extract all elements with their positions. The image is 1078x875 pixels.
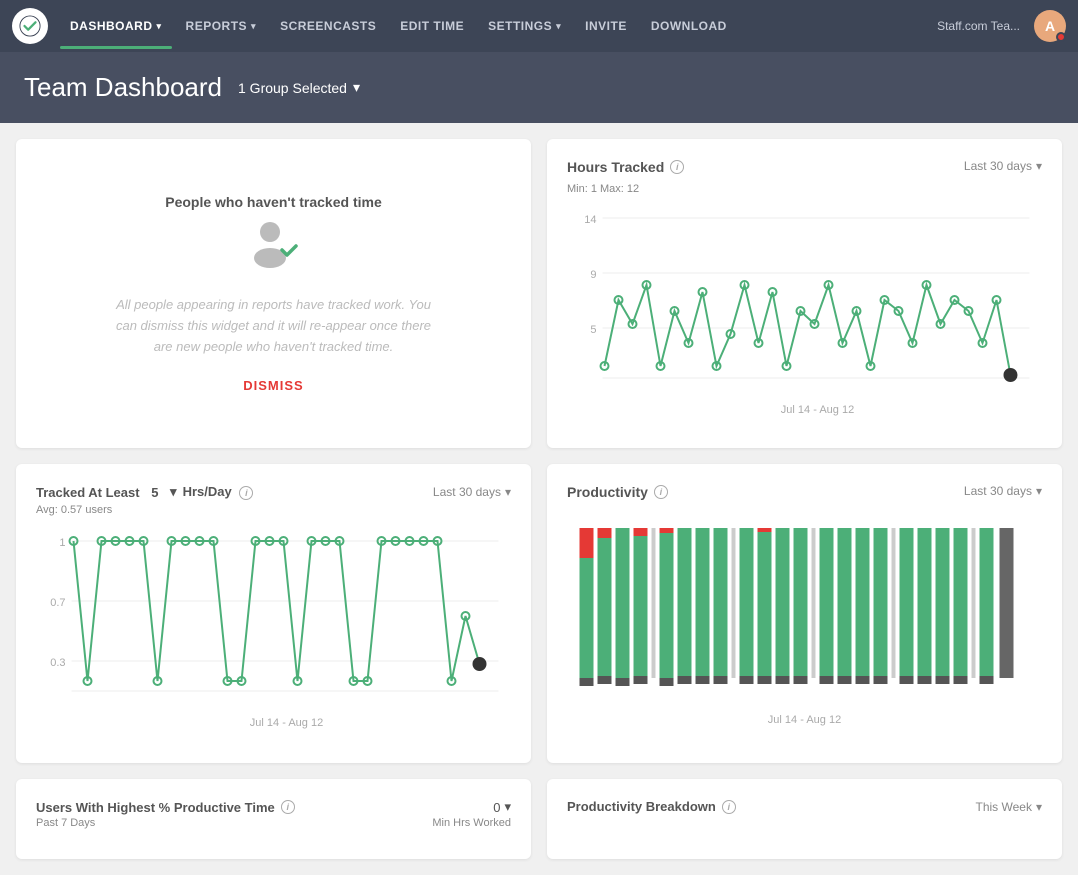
notification-dot [1056,32,1066,42]
nav-dashboard[interactable]: DASHBOARD ▾ [60,13,172,39]
productivity-period-selector[interactable]: Last 30 days ▾ [964,484,1042,498]
users-card-title: Users With Highest % Productive Time i [36,800,295,815]
hours-subtitle: Min: 1 Max: 12 [567,183,1042,195]
productivity-card: Productivity i Last 30 days ▾ [547,464,1062,763]
productivity-title: Productivity i [567,484,668,500]
svg-text:0.3: 0.3 [50,657,65,669]
svg-text:9: 9 [590,269,596,281]
dismiss-button[interactable]: DISMISS [243,378,303,393]
tracked-avg: Avg: 0.57 users [36,504,511,516]
main-nav: DASHBOARD ▾ REPORTS ▾ SCREENCASTS EDIT T… [0,0,1078,52]
productivity-card-header: Productivity i Last 30 days ▾ [567,484,1042,504]
team-name: Staff.com Tea... [937,19,1020,33]
users-card-meta: Past 7 Days Min Hrs Worked [36,817,511,829]
info-icon[interactable]: i [654,485,668,499]
svg-text:Jul 14 - Aug 12: Jul 14 - Aug 12 [768,714,841,726]
tracked-chart: 1 0.7 0.3 [36,516,511,741]
nav-screencasts[interactable]: SCREENCASTS [270,13,386,39]
nav-settings[interactable]: SETTINGS ▾ [478,13,571,39]
chevron-down-icon: ▾ [1036,159,1042,173]
chevron-down-icon: ▾ [251,21,256,32]
person-check-icon [244,214,304,279]
app-logo[interactable] [12,8,48,44]
hours-card-header: Hours Tracked i Last 30 days ▾ [567,159,1042,179]
chevron-down-icon: ▾ [353,79,360,96]
nav-reports[interactable]: REPORTS ▾ [176,13,267,39]
chevron-down-icon: ▾ [170,484,177,500]
people-card: People who haven't tracked time All peop… [16,139,531,448]
tracked-card-header: Tracked At Least 5 ▾ Hrs/Day i Last 30 d… [36,484,511,500]
nav-invite[interactable]: INVITE [575,13,637,39]
hours-card-title: Hours Tracked i [567,159,684,175]
people-card-title: People who haven't tracked time [165,194,382,210]
page-header: Team Dashboard 1 Group Selected ▾ [0,52,1078,123]
svg-text:1: 1 [59,537,65,549]
svg-text:Jul 14 - Aug 12: Jul 14 - Aug 12 [250,717,323,729]
breakdown-card-title: Productivity Breakdown i [567,799,736,814]
hours-chart: 14 9 5 [567,203,1042,428]
page-title: Team Dashboard [24,72,222,103]
productivity-chart: Jul 14 - Aug 12 [567,508,1042,743]
people-message: All people appearing in reports have tra… [114,295,434,357]
tracked-threshold-selector[interactable]: Tracked At Least 5 ▾ [36,484,177,500]
svg-text:0.7: 0.7 [50,597,65,609]
group-selector[interactable]: 1 Group Selected ▾ [238,79,360,96]
nav-download[interactable]: DOWNLOAD [641,13,737,39]
chevron-down-icon: ▾ [157,21,162,32]
info-icon[interactable]: i [281,800,295,814]
tracked-card: Tracked At Least 5 ▾ Hrs/Day i Last 30 d… [16,464,531,763]
tracked-unit: Hrs/Day i [183,484,254,500]
svg-text:14: 14 [584,214,596,226]
tracked-period-selector[interactable]: Last 30 days ▾ [433,485,511,499]
users-count-selector[interactable]: 0 ▾ [493,799,511,815]
svg-text:5: 5 [590,324,596,336]
info-icon[interactable]: i [670,160,684,174]
user-avatar[interactable]: A [1034,10,1066,42]
info-icon[interactable]: i [722,800,736,814]
hours-card: Hours Tracked i Last 30 days ▾ Min: 1 Ma… [547,139,1062,448]
hours-period-selector[interactable]: Last 30 days ▾ [964,159,1042,173]
chevron-down-icon: ▾ [1036,800,1042,814]
chevron-down-icon: ▾ [504,799,511,815]
breakdown-card-header: Productivity Breakdown i This Week ▾ [567,799,1042,814]
users-card-header: Users With Highest % Productive Time i 0… [36,799,511,815]
breakdown-period-selector[interactable]: This Week ▾ [976,800,1043,814]
users-productive-card: Users With Highest % Productive Time i 0… [16,779,531,859]
chevron-down-icon: ▾ [505,485,511,499]
svg-text:Jul 14 - Aug 12: Jul 14 - Aug 12 [781,404,854,416]
main-grid: People who haven't tracked time All peop… [0,123,1078,779]
chevron-down-icon: ▾ [1036,484,1042,498]
bottom-section: Users With Highest % Productive Time i 0… [0,779,1078,875]
productivity-breakdown-card: Productivity Breakdown i This Week ▾ [547,779,1062,859]
chevron-down-icon: ▾ [556,21,561,32]
nav-edittime[interactable]: EDIT TIME [390,13,474,39]
info-icon[interactable]: i [239,486,253,500]
